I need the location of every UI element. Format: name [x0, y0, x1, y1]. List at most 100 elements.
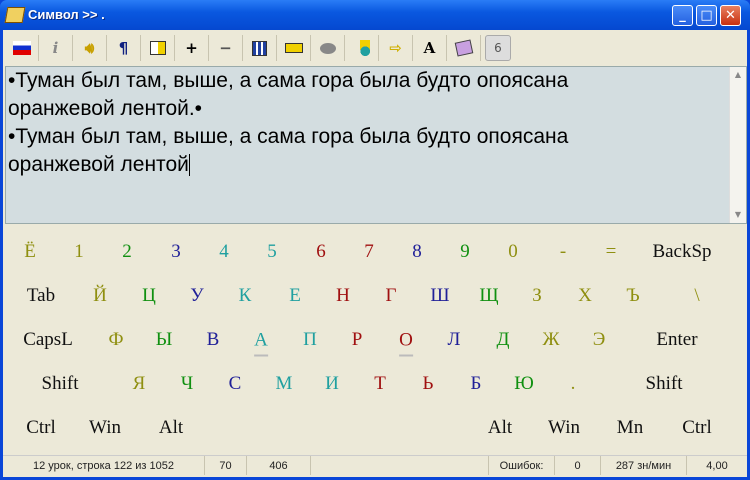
key-ctrl[interactable]: Ctrl — [682, 417, 712, 439]
key-char[interactable]: Т — [374, 373, 386, 395]
font-button[interactable]: A — [413, 35, 447, 61]
piggy-button[interactable] — [311, 35, 345, 61]
key-shift[interactable]: Shift — [646, 373, 683, 395]
vertical-scrollbar[interactable]: ▲ ▼ — [729, 67, 746, 223]
level-button[interactable]: 6 — [485, 35, 511, 61]
sound-button[interactable]: 🔊︎ — [73, 35, 107, 61]
window-icon — [149, 41, 166, 55]
key-alt[interactable]: Alt — [159, 417, 183, 439]
shapes-button[interactable] — [345, 35, 379, 61]
key-char[interactable]: П — [303, 329, 317, 351]
palette-icon — [454, 39, 473, 57]
status-bar: 12 урок, строка 122 из 1052 70 406 Ошибо… — [3, 455, 747, 475]
key-char[interactable]: Ы — [156, 329, 173, 351]
key-char[interactable]: Щ — [479, 285, 498, 307]
key-char[interactable]: Ю — [514, 373, 534, 395]
errors-label: Ошибок: — [489, 456, 555, 475]
key-char[interactable]: Ч — [181, 373, 193, 395]
minimize-button[interactable]: _ — [672, 5, 693, 26]
stats-button[interactable] — [243, 35, 277, 61]
typed-text: оранжевой лентой — [8, 153, 189, 176]
key-char[interactable]: М — [276, 373, 293, 395]
key-char[interactable]: 6 — [316, 241, 326, 263]
language-button[interactable] — [5, 35, 39, 61]
key-char[interactable]: Г — [386, 285, 397, 307]
text-caret — [188, 154, 190, 177]
text-line: •Туман был там, выше, а сама гора была б… — [8, 69, 569, 92]
key-char[interactable]: 8 — [412, 241, 422, 263]
key-mn[interactable]: Mn — [617, 417, 643, 439]
chart-icon — [252, 40, 267, 56]
key-char[interactable]: = — [606, 241, 617, 263]
pilcrow-button[interactable]: ¶ — [107, 35, 141, 61]
status-spacer — [311, 456, 489, 475]
key-char[interactable]: 4 — [219, 241, 229, 263]
key-char[interactable]: Б — [471, 373, 482, 395]
typing-text-area[interactable]: •Туман был там, выше, а сама гора была б… — [5, 66, 747, 224]
scroll-down-button[interactable]: ▼ — [730, 207, 746, 223]
key-tab[interactable]: Tab — [27, 285, 55, 307]
key-char[interactable]: И — [325, 373, 339, 395]
key-char[interactable]: В — [207, 329, 220, 351]
key-char[interactable]: 5 — [267, 241, 277, 263]
window-button[interactable] — [141, 35, 175, 61]
key-char[interactable]: Э — [593, 329, 606, 351]
key-char[interactable]: 0 — [508, 241, 518, 263]
key-char[interactable]: Ш — [430, 285, 449, 307]
key-char[interactable]: Ъ — [626, 285, 639, 307]
keyboard-button[interactable] — [277, 35, 311, 61]
key-char[interactable]: \ — [694, 285, 699, 307]
info-button[interactable]: i — [39, 35, 73, 61]
window-title: Символ >> . — [28, 7, 105, 22]
key-char[interactable]: 9 — [460, 241, 470, 263]
key-win[interactable]: Win — [89, 417, 121, 439]
key-char[interactable]: Ф — [108, 329, 123, 351]
key-char[interactable]: 7 — [364, 241, 374, 263]
key-capsl[interactable]: CapsL — [23, 329, 73, 351]
key-char[interactable]: Ж — [542, 329, 559, 351]
plus-button[interactable]: + — [175, 35, 209, 61]
key-char[interactable]: - — [560, 241, 566, 263]
key-char[interactable]: Н — [336, 285, 350, 307]
key-alt[interactable]: Alt — [488, 417, 512, 439]
total-count: 406 — [247, 456, 311, 475]
key-char[interactable]: Й — [93, 285, 107, 307]
key-char[interactable]: Ь — [423, 373, 434, 395]
key-shift[interactable]: Shift — [42, 373, 79, 395]
russian-flag-icon — [12, 41, 31, 55]
key-enter[interactable]: Enter — [656, 329, 697, 351]
key-char[interactable]: Д — [497, 329, 510, 351]
key-char[interactable]: Р — [352, 329, 363, 351]
settings-button[interactable] — [447, 35, 481, 61]
key-char[interactable]: Ц — [142, 285, 156, 307]
key-char[interactable]: 2 — [122, 241, 132, 263]
maximize-button[interactable]: □ — [696, 5, 717, 26]
key-backsp[interactable]: BackSp — [652, 241, 711, 263]
key-char[interactable]: . — [571, 373, 576, 395]
next-button[interactable]: ⇨ — [379, 35, 413, 61]
key-char[interactable]: У — [190, 285, 203, 307]
errors-count: 0 — [555, 456, 601, 475]
keyboard-icon — [284, 43, 303, 53]
key-char[interactable]: О — [399, 330, 413, 357]
scroll-up-button[interactable]: ▲ — [730, 67, 746, 83]
chars-count: 70 — [205, 456, 247, 475]
key-win[interactable]: Win — [548, 417, 580, 439]
key-char[interactable]: 1 — [74, 241, 84, 263]
key-char[interactable]: К — [239, 285, 252, 307]
key-char[interactable]: 3 — [171, 241, 181, 263]
key-char[interactable]: Я — [133, 373, 146, 395]
speaker-icon: 🔊︎ — [84, 39, 95, 57]
text-line: •Туман был там, выше, а сама гора была б… — [6, 123, 746, 151]
key-char[interactable]: Х — [578, 285, 592, 307]
key-char[interactable]: Е — [289, 285, 301, 307]
key-char[interactable]: Л — [448, 329, 461, 351]
close-button[interactable]: ✕ — [720, 5, 741, 26]
key-char[interactable]: С — [229, 373, 242, 395]
minus-button[interactable]: − — [209, 35, 243, 61]
key-ctrl[interactable]: Ctrl — [26, 417, 56, 439]
app-icon — [4, 7, 26, 23]
key-char[interactable]: А — [254, 330, 268, 357]
key-char[interactable]: З — [532, 285, 542, 307]
key-char[interactable]: Ё — [24, 241, 36, 263]
